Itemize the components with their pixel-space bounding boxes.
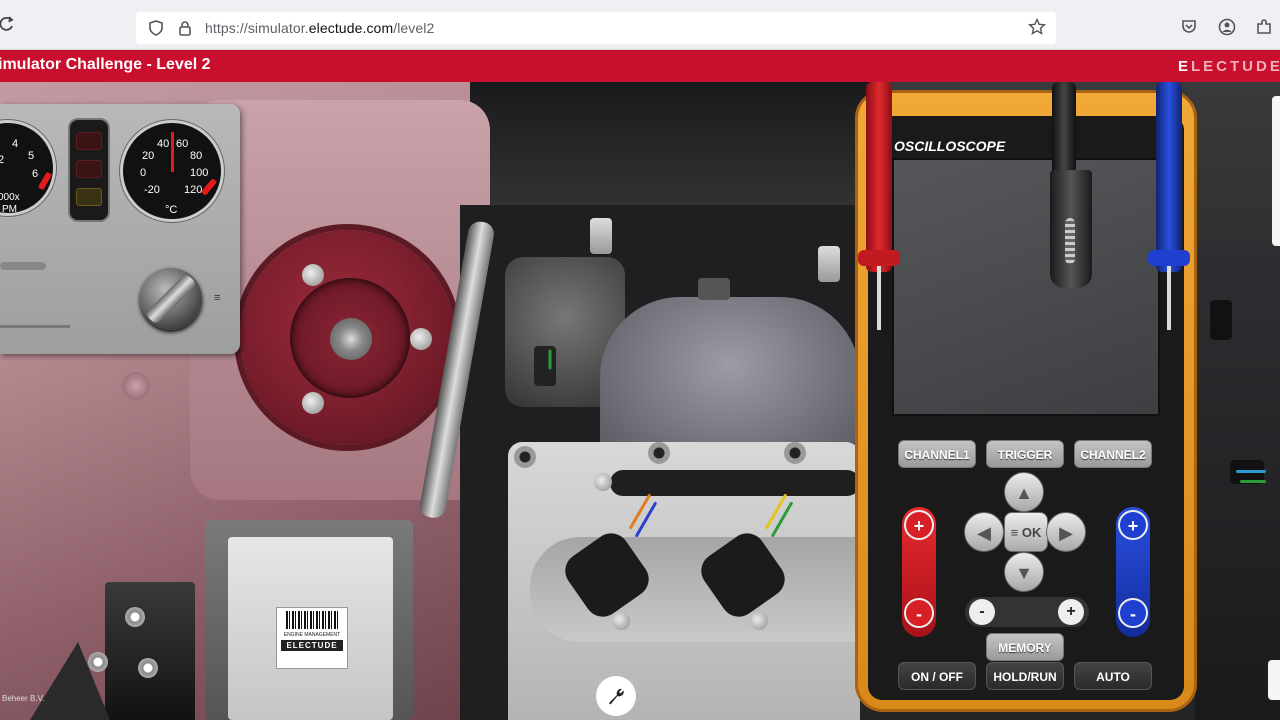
blue-probe-tip bbox=[1167, 266, 1171, 330]
star-icon[interactable] bbox=[1027, 17, 1047, 39]
channel1-minus-button[interactable]: - bbox=[904, 598, 934, 628]
strut-bolt bbox=[410, 328, 432, 350]
oil-warning-icon bbox=[76, 132, 102, 150]
rpm-unit: 000x bbox=[0, 192, 20, 203]
cover-bolt bbox=[784, 442, 806, 464]
red-probe[interactable] bbox=[866, 82, 892, 272]
terminal-bolt bbox=[125, 607, 145, 627]
body-grommet bbox=[122, 372, 150, 400]
app-title: imulator Challenge - Level 2 bbox=[0, 56, 211, 73]
fan-symbol: ≡ bbox=[214, 292, 221, 304]
red-probe-tip bbox=[877, 266, 881, 330]
temp-tick: 40 bbox=[157, 138, 170, 150]
strut-bolt bbox=[302, 264, 324, 286]
cover-bolt bbox=[648, 442, 670, 464]
oscilloscope-screen bbox=[892, 158, 1160, 416]
auto-button[interactable]: AUTO bbox=[1074, 662, 1152, 690]
side-panel-edge[interactable] bbox=[1268, 660, 1280, 700]
channel1-button[interactable]: CHANNEL1 bbox=[898, 440, 976, 468]
right-arrow-button[interactable]: ▶ bbox=[1046, 512, 1086, 552]
wire bbox=[1236, 470, 1266, 473]
barcode bbox=[286, 611, 338, 629]
app-title-bar: imulator Challenge - Level 2 ELECTUDE bbox=[0, 50, 1280, 82]
pocket-icon[interactable] bbox=[1180, 18, 1198, 36]
browser-toolbar: https://simulator.electude.com/level2 bbox=[0, 0, 1280, 50]
left-arrow-button[interactable]: ◀ bbox=[964, 512, 1004, 552]
channel2-plus-button[interactable]: + bbox=[1118, 510, 1148, 540]
dash-vent bbox=[0, 262, 46, 270]
red-probe-guard bbox=[858, 250, 900, 266]
temp-tick: 0 bbox=[140, 167, 147, 179]
mount-bracket bbox=[818, 246, 840, 282]
temp-tick: 20 bbox=[142, 150, 155, 162]
channel2-minus-button[interactable]: - bbox=[1118, 598, 1148, 628]
ecu-label: ENGINE MANAGEMENT ELECTUDE bbox=[276, 607, 348, 669]
side-panel-edge[interactable] bbox=[1272, 96, 1280, 246]
wrench-icon[interactable] bbox=[596, 676, 636, 716]
extensions-icon[interactable] bbox=[1255, 18, 1273, 36]
wire bbox=[548, 349, 552, 370]
brand-logo: ELECTUDE bbox=[1178, 58, 1280, 75]
mount-bracket bbox=[590, 218, 612, 254]
reload-icon[interactable] bbox=[0, 16, 16, 34]
channel2-button[interactable]: CHANNEL2 bbox=[1074, 440, 1152, 468]
ecu-brand: ELECTUDE bbox=[281, 640, 343, 651]
terminal-bolt bbox=[138, 658, 158, 678]
account-icon[interactable] bbox=[1218, 18, 1236, 36]
temp-tick: 120 bbox=[184, 184, 203, 196]
temp-tick: 80 bbox=[190, 150, 203, 162]
rpm-tick: 5 bbox=[28, 150, 35, 162]
blue-probe-guard bbox=[1148, 250, 1190, 266]
rpm-tick: 2 bbox=[0, 154, 5, 166]
cover-bolt bbox=[514, 446, 536, 468]
channel1-plus-button[interactable]: + bbox=[904, 510, 934, 540]
strut-nut[interactable] bbox=[330, 318, 372, 360]
rail-bolt bbox=[594, 473, 612, 491]
sensor-connector[interactable] bbox=[1210, 300, 1232, 340]
temp-tick: 60 bbox=[176, 138, 189, 150]
lock-icon[interactable] bbox=[178, 20, 192, 41]
oscilloscope-title: OSCILLOSCOPE bbox=[894, 138, 1006, 154]
rpm-tick: 4 bbox=[12, 138, 19, 150]
engine-check-icon bbox=[76, 188, 102, 206]
ok-button[interactable]: ≡ OK bbox=[1004, 512, 1048, 552]
terminal-bolt bbox=[88, 652, 108, 672]
blue-probe[interactable] bbox=[1156, 82, 1182, 272]
trigger-button[interactable]: TRIGGER bbox=[986, 440, 1064, 468]
temp-unit: °C bbox=[165, 204, 178, 216]
strut-bolt bbox=[302, 392, 324, 414]
coil-bolt bbox=[612, 612, 630, 630]
temp-tick: -20 bbox=[144, 184, 160, 196]
simulator-window: https://simulator.electude.com/level2 im… bbox=[0, 0, 1280, 720]
timebase-plus-button[interactable]: + bbox=[1058, 599, 1084, 625]
temp-needle bbox=[171, 132, 174, 172]
ecu-label-text: ENGINE MANAGEMENT bbox=[283, 632, 341, 638]
url-text[interactable]: https://simulator.electude.com/level2 bbox=[205, 20, 434, 36]
ground-clip-teeth bbox=[1065, 218, 1075, 264]
sensor-connector[interactable] bbox=[534, 346, 556, 386]
battery-warning-icon bbox=[76, 160, 102, 178]
wire bbox=[1240, 480, 1266, 483]
timebase-minus-button[interactable]: - bbox=[969, 599, 995, 625]
memory-button[interactable]: MEMORY bbox=[986, 633, 1064, 661]
temp-tick: 100 bbox=[190, 167, 209, 179]
dash-slider-track bbox=[0, 325, 70, 328]
rpm-tick: 6 bbox=[32, 168, 39, 180]
rpm-unit: PM bbox=[2, 204, 17, 215]
hold-run-button[interactable]: HOLD/RUN bbox=[986, 662, 1064, 690]
on-off-button[interactable]: ON / OFF bbox=[898, 662, 976, 690]
shield-icon[interactable] bbox=[148, 20, 164, 41]
relay-block[interactable] bbox=[105, 582, 195, 720]
down-arrow-button[interactable]: ▼ bbox=[1004, 552, 1044, 592]
coil-rail bbox=[610, 470, 860, 496]
up-arrow-button[interactable]: ▲ bbox=[1004, 472, 1044, 512]
copyright-text: Beheer B.V. bbox=[2, 694, 45, 703]
coil-bolt bbox=[750, 612, 768, 630]
harness-connector[interactable] bbox=[698, 278, 730, 300]
